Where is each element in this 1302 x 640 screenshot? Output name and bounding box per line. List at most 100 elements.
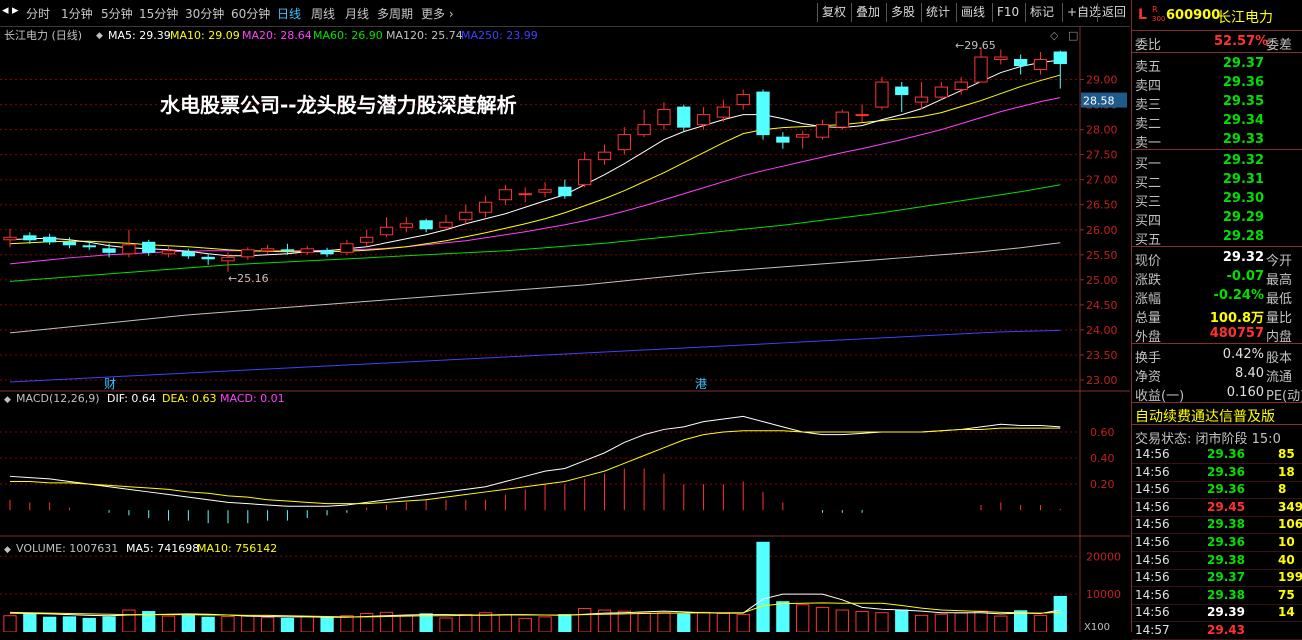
tick-volume: 40 xyxy=(1278,552,1295,567)
toolbar-button-3[interactable]: 统计 xyxy=(921,3,950,22)
period-tab-5[interactable]: 60分钟 xyxy=(231,5,270,22)
toolbar-button-8[interactable]: 返回 xyxy=(1097,3,1126,22)
period-tab-9[interactable]: 多周期 xyxy=(377,5,413,22)
candle-body xyxy=(201,256,215,260)
volume-bar xyxy=(459,614,473,632)
tick-row: 14:56 29.37 199 xyxy=(1132,569,1302,588)
tick-volume: 8 xyxy=(1278,482,1287,497)
candle-body xyxy=(578,159,592,186)
volume-bar xyxy=(399,615,413,632)
candle-body xyxy=(3,236,17,241)
bid-price: 29.30 xyxy=(1222,191,1264,206)
logo-sub-r: R xyxy=(1152,5,1158,14)
price-tick-label: 25.00 xyxy=(1086,274,1118,287)
period-tab-10[interactable]: 更多 › xyxy=(421,5,454,22)
candle-body xyxy=(518,193,532,196)
tick-time: 14:56 xyxy=(1135,552,1170,567)
candle-body xyxy=(696,114,711,126)
period-tab-6[interactable]: 日线 xyxy=(277,5,301,22)
tick-row: 14:56 29.38 75 xyxy=(1132,587,1302,605)
toolbar-button-1[interactable]: 叠加 xyxy=(851,3,880,22)
volume-bar xyxy=(637,612,651,632)
period-tab-4[interactable]: 30分钟 xyxy=(185,5,224,22)
toolbar-button-7[interactable]: +自选 xyxy=(1062,3,1101,22)
tick-row: 14:57 29.43 xyxy=(1132,622,1302,640)
legend-item: MA60: 26.90 xyxy=(313,29,383,42)
candle-body xyxy=(419,220,433,230)
candle-body xyxy=(934,86,949,98)
candle-body xyxy=(280,249,295,252)
volume-bar xyxy=(538,616,552,632)
period-tab-2[interactable]: 5分钟 xyxy=(101,5,133,22)
candle-body xyxy=(340,243,354,253)
volume-bar xyxy=(1013,610,1028,632)
stat-value: 29.32 xyxy=(1222,250,1264,265)
promo-link[interactable]: 自动续费通达信普及版 xyxy=(1135,406,1275,426)
candle-body xyxy=(241,249,255,258)
toolbar-button-2[interactable]: 多股 xyxy=(886,3,915,22)
candle-body xyxy=(102,248,116,253)
ask-price: 29.34 xyxy=(1222,113,1264,128)
period-tab-8[interactable]: 月线 xyxy=(345,5,369,22)
tick-price: 29.38 xyxy=(1207,552,1245,567)
volume-unit-label: X100 xyxy=(1084,622,1110,632)
candle-body xyxy=(399,223,413,228)
volume-legend-name: VOLUME: 1007631 xyxy=(16,542,118,555)
toolbar-button-4[interactable]: 画线 xyxy=(956,3,985,22)
tick-volume: 14 xyxy=(1278,605,1295,620)
macd-legend-name: MACD(12,26,9) xyxy=(16,392,100,405)
candle-body xyxy=(360,236,374,243)
tick-time: 14:56 xyxy=(1135,499,1170,514)
volume-bar xyxy=(875,612,889,632)
tick-time: 14:56 xyxy=(1135,570,1170,585)
period-tab-0[interactable]: 分时 xyxy=(26,5,50,22)
candle-body xyxy=(657,109,671,126)
logo-sub-300: 300 xyxy=(1152,15,1166,23)
kline-chart[interactable]: 23.00 23.50 24.00 24.50 25.00 25.50 26.00 26.50… xyxy=(0,26,1130,632)
period-toolbar: ◂ ▸ 分时 1分钟 5分钟 15分钟 30分钟 60分钟 日线 周线 月线 多周期 更多 › 复权… xyxy=(0,0,1130,27)
tick-time: 14:56 xyxy=(1135,447,1170,461)
volume-bar xyxy=(3,615,17,632)
price-tick-label: 24.00 xyxy=(1086,324,1118,337)
tick-price: 29.36 xyxy=(1207,464,1245,479)
period-tab-1[interactable]: 1分钟 xyxy=(61,5,93,22)
volume-bar xyxy=(102,616,116,632)
period-tab-3[interactable]: 15分钟 xyxy=(139,5,178,22)
volume-bar xyxy=(161,615,176,632)
candle-body xyxy=(459,211,473,221)
menu-arrow-icon-2[interactable]: ▸ xyxy=(12,3,19,18)
candle-body xyxy=(815,124,830,138)
volume-bar xyxy=(776,601,790,632)
level2-logo: L xyxy=(1138,7,1147,23)
candle-body xyxy=(23,235,37,241)
volume-bar xyxy=(994,615,1008,632)
candle-body xyxy=(320,250,334,255)
macd-legend-dif: DIF: 0.64 xyxy=(107,392,156,405)
toolbar-button-5[interactable]: F10 xyxy=(992,3,1019,22)
tick-price: 29.38 xyxy=(1207,517,1245,532)
volume-bar xyxy=(260,617,275,632)
candle-body xyxy=(161,250,176,255)
tick-row: 14:56 29.38 106 xyxy=(1132,516,1302,535)
ask-price: 29.35 xyxy=(1222,94,1264,109)
bid-label: 买五 xyxy=(1135,233,1162,248)
toolbar-button-6[interactable]: 标记 xyxy=(1025,3,1054,22)
menu-arrow-icon[interactable]: ◂ xyxy=(2,3,9,18)
candle-body xyxy=(1033,59,1048,71)
price-tick-label: 26.00 xyxy=(1086,224,1118,237)
candle-body xyxy=(260,248,275,252)
volume-bar xyxy=(439,617,453,632)
period-tab-7[interactable]: 周线 xyxy=(311,5,335,22)
toolbar-button-0[interactable]: 复权 xyxy=(817,3,846,22)
volume-bar xyxy=(82,617,96,632)
candle-body xyxy=(1053,51,1067,65)
volume-bar xyxy=(1053,595,1067,632)
candle-body xyxy=(439,221,453,228)
legend-item: MA250: 23.99 xyxy=(461,29,538,42)
tick-volume: 75 xyxy=(1278,587,1295,602)
volume-bar xyxy=(914,614,929,632)
volume-bar xyxy=(280,617,295,632)
ask-price: 29.33 xyxy=(1222,132,1264,147)
volume-bar xyxy=(62,616,77,632)
tick-price: 29.37 xyxy=(1207,570,1245,585)
